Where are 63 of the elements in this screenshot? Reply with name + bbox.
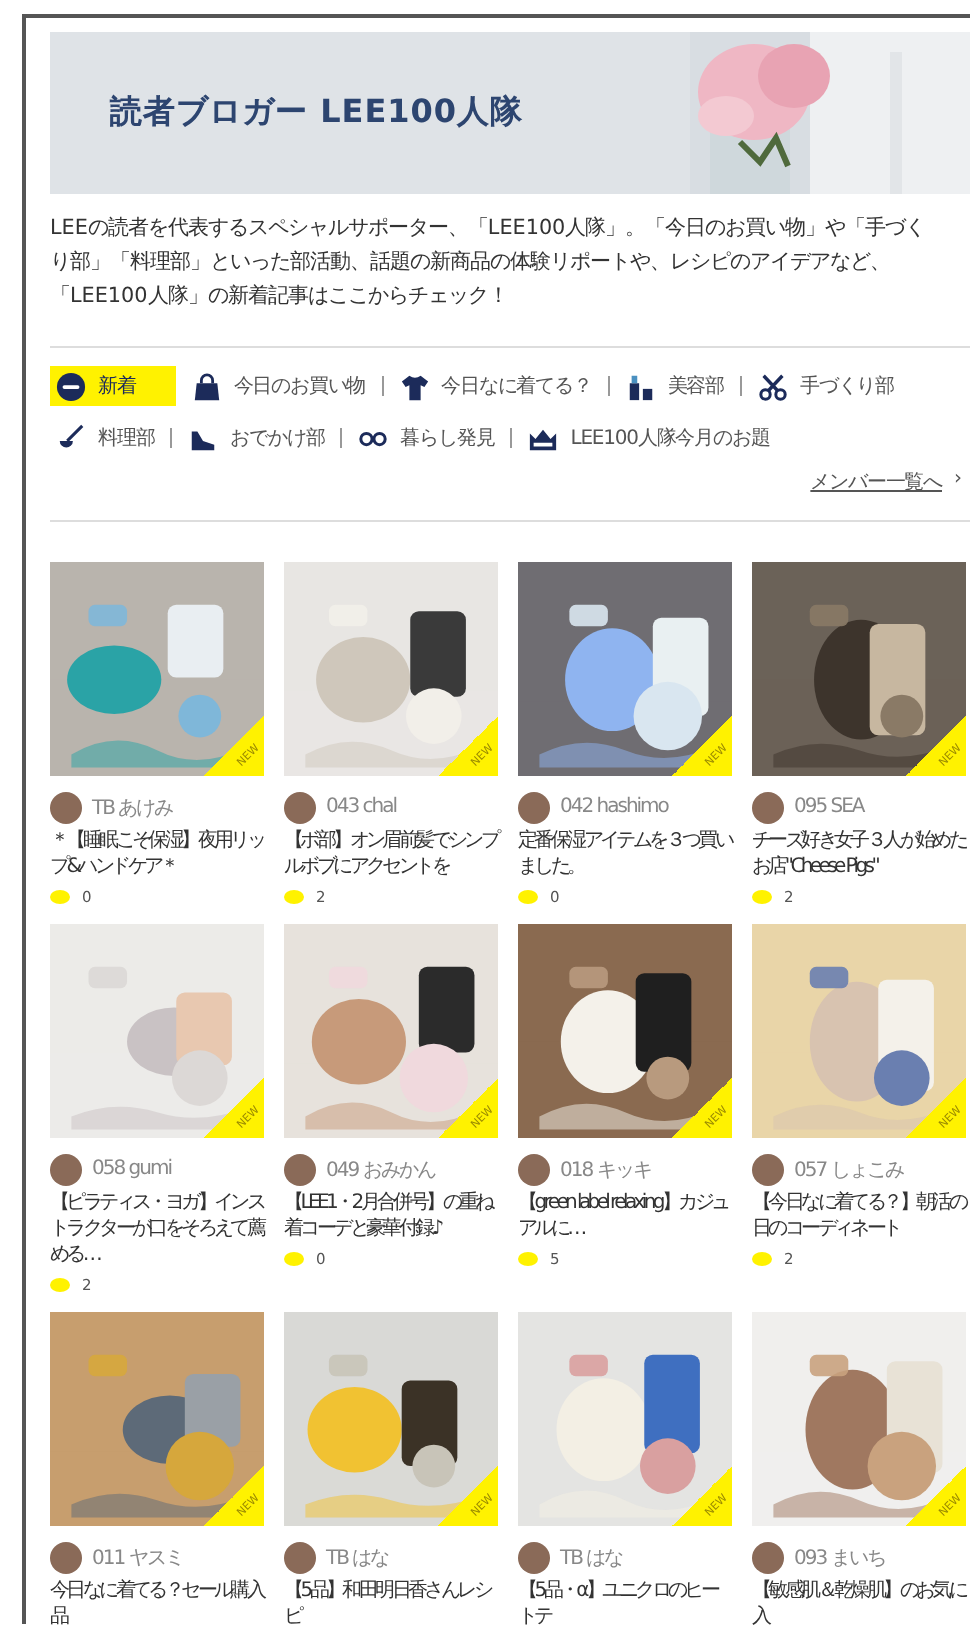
author-name: TB はな [560, 1545, 623, 1571]
post-title[interactable]: 【5品・α】ユニクロのヒートテ [518, 1578, 732, 1630]
intro-text: LEEの読者を代表するスペシャルサポーター、「LEE100人隊」。「今日のお買い物」や「手づくり部」「料理部」といった部活動、話題の新商品の体験リポートや、レシピのアイデアなど、「LEE100人隊」の新着記事はここからチェック！ [50, 214, 928, 312]
chevron-icon: › [954, 468, 962, 496]
post-title[interactable]: 【green label relaxing】カジュアルに… [518, 1190, 732, 1242]
author-name: 042 hashimo [560, 796, 668, 818]
category-tab[interactable]: 暮らし発見 [342, 418, 511, 458]
author-name: 057 しょこみ [794, 1157, 903, 1183]
author-name: TB あけみ [92, 795, 173, 821]
author-name: 058 gumi [92, 1158, 171, 1180]
comment-icon [50, 1278, 70, 1292]
avatar [518, 791, 550, 823]
bag-icon [191, 371, 222, 401]
avatar [50, 1153, 82, 1185]
avatar [284, 791, 316, 823]
category-tab[interactable]: おでかけ部 [172, 418, 341, 458]
scissors-icon [758, 371, 789, 401]
avatar [284, 1541, 316, 1573]
banner-title: 読者ブロガー LEE100人隊 [110, 92, 524, 134]
avatar [518, 1541, 550, 1573]
avatar [752, 791, 784, 823]
avatar [518, 1153, 550, 1185]
cosmetics-icon [625, 371, 656, 401]
post-title[interactable]: 【今日なに着てる？】朝活の日のコーディネート [752, 1190, 966, 1242]
author-name: 095 SEA [794, 796, 864, 818]
category-tab[interactable]: 手づくり部 [742, 366, 911, 406]
post-title[interactable]: 【LEE1・2月合併号】の重ね着コーデと豪華付録♪ [284, 1190, 498, 1242]
shirt-icon [399, 371, 430, 401]
comment-icon [518, 1252, 538, 1266]
category-tab[interactable]: 今日のお買い物 [175, 366, 382, 406]
category-tab[interactable]: LEE100人隊今月のお題 [512, 418, 786, 458]
author-name: 049 おみかん [326, 1157, 435, 1183]
category-tab[interactable]: 今日なに着てる？ [383, 366, 608, 406]
category-tab[interactable]: 料理部 [50, 418, 171, 458]
comment-icon [518, 890, 538, 904]
avatar [284, 1153, 316, 1185]
post-title[interactable]: 【ピラティス・ヨガ】インストラクターが口をそろえて薦める… [50, 1190, 264, 1268]
category-tab[interactable]: 新着 [50, 366, 176, 406]
author-name: TB はな [326, 1545, 389, 1571]
avatar [752, 1541, 784, 1573]
comment-icon [284, 1252, 304, 1266]
avatar [50, 1541, 82, 1573]
post-title[interactable]: 【5品】和田明日香さんレシピ [284, 1578, 498, 1630]
author-name: 043 chal [326, 796, 397, 818]
category-tab[interactable]: 美容部 [609, 366, 741, 406]
post-title[interactable]: ＊【睡眠こそ保湿】夜用リップ&ハンドケア＊ [50, 828, 264, 880]
post-title[interactable]: チーズ好き女子３人が始めたお店"Cheese Pigs" [752, 828, 966, 880]
comment-icon [752, 1252, 772, 1266]
avatar [752, 1153, 784, 1185]
post-title[interactable]: 【ボ部】オン眉前髪でシンプルボブにアクセントを [284, 828, 498, 880]
comment-icon [50, 890, 70, 904]
post-title[interactable]: 定番保湿アイテムを３つ買いました。 [518, 828, 732, 880]
post-title[interactable]: 今日なに着てる？セール購入品 [50, 1578, 264, 1630]
new-badge-icon [56, 371, 86, 401]
post-title[interactable]: 【敏感肌＆乾燥肌】のお気に入 [752, 1578, 966, 1630]
member-list-link[interactable]: メンバー一覧へ [810, 468, 942, 496]
author-name: 011 ヤスミ [92, 1545, 183, 1571]
avatar [50, 791, 82, 823]
comment-icon [284, 890, 304, 904]
ladle-icon [56, 423, 86, 453]
author-name: 093 まいち [794, 1545, 885, 1571]
comment-icon [752, 890, 772, 904]
author-name: 018 キッキ [560, 1157, 651, 1183]
